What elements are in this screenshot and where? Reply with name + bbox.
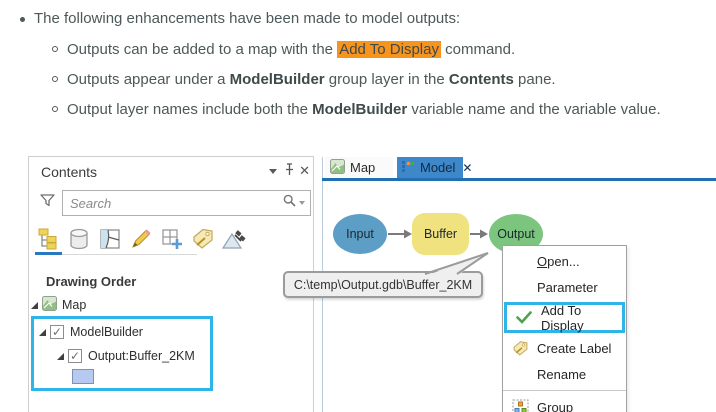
list-by-labeling-icon[interactable] — [190, 226, 216, 252]
menu-item-rename[interactable]: Rename — [503, 361, 626, 387]
output-path-tooltip: C:\temp\Output.gdb\Buffer_2KM — [283, 271, 483, 298]
close-icon[interactable]: ✕ — [299, 163, 310, 179]
doc-sub-bullet-2: Outputs appear under a ModelBuilder grou… — [52, 71, 716, 88]
doc-sub-bullet-2-text: Outputs appear under a ModelBuilder grou… — [67, 71, 556, 88]
add-to-display-highlight-box: Add To Display — [504, 302, 625, 333]
menu-item-create-label-label: Create Label — [537, 340, 612, 356]
doc-bullets: The following enhancements have been mad… — [0, 0, 716, 118]
menu-item-rename-label: Rename — [537, 366, 587, 382]
contents-toolbar — [35, 226, 247, 252]
doc-sub-bullet-1: Outputs can be added to a map with the A… — [52, 41, 716, 58]
sub2-bold-contents: Contents — [448, 71, 514, 88]
legend-swatch — [72, 369, 94, 384]
list-by-editing-icon[interactable] — [128, 226, 154, 252]
tree-item-map-label: Map — [62, 298, 87, 312]
group-icon — [503, 399, 537, 412]
map-icon — [330, 158, 345, 177]
search-icon[interactable] — [282, 193, 297, 213]
tree-item-map[interactable]: Map — [31, 296, 86, 314]
menu-item-add-to-display[interactable]: Add To Display — [507, 302, 622, 333]
doc-bullet-1: The following enhancements have been mad… — [20, 10, 716, 27]
contents-pane: Contents ✕ Search Drawing Order Map ✓ Mo… — [28, 156, 314, 412]
modelbuilder-icon — [401, 159, 415, 176]
tab-model-label: Model — [420, 160, 456, 175]
bullet-ring-icon — [52, 106, 58, 112]
bullet-disc-icon — [20, 17, 25, 22]
menu-item-open[interactable]: Open... — [503, 248, 626, 274]
active-tool-underline — [35, 252, 62, 255]
pin-icon[interactable] — [284, 163, 295, 179]
menu-item-group-label: Group — [537, 399, 574, 412]
tree-item-output-label: Output:Buffer_2KM — [88, 349, 195, 363]
output-checkbox[interactable]: ✓ — [68, 349, 82, 363]
menu-separator — [503, 390, 626, 391]
tab-close-icon[interactable]: ✕ — [462, 161, 472, 175]
tab-map[interactable]: Map — [325, 157, 393, 178]
tree-item-modelbuilder-label: ModelBuilder — [70, 325, 143, 339]
sub2-pre: Outputs appear under a — [67, 71, 230, 88]
drawing-order-heading: Drawing Order — [46, 274, 137, 289]
sub3-post: variable name and the variable value. — [407, 101, 661, 118]
doc-sub-bullet-1-text: Outputs can be added to a map with the A… — [67, 41, 515, 58]
sub1-post: command. — [440, 41, 516, 58]
open-accel: O — [537, 253, 548, 269]
filter-icon[interactable] — [39, 192, 56, 214]
list-by-data-source-icon[interactable] — [66, 226, 92, 252]
list-by-selection-icon[interactable] — [97, 226, 123, 252]
doc-sub-bullet-3: Output layer names include both the Mode… — [52, 101, 716, 118]
add-to-display-highlight: Add To Display — [337, 41, 441, 58]
bullet-ring-icon — [52, 76, 58, 82]
sub3-pre: Output layer names include both the — [67, 101, 313, 118]
menu-item-add-to-display-label: Add To Display — [541, 302, 584, 333]
model-node-input[interactable]: Input — [333, 214, 387, 254]
list-by-drawing-order-icon[interactable] — [35, 226, 61, 252]
label-tag-icon — [503, 340, 537, 357]
menu-item-create-label[interactable]: Create Label — [503, 335, 626, 361]
bullet-ring-icon — [52, 46, 58, 52]
doc-bullet-1-text: The following enhancements have been mad… — [34, 10, 461, 27]
menu-item-group[interactable]: Group — [503, 394, 626, 412]
tab-map-label: Map — [350, 160, 376, 175]
checkmark-icon — [507, 311, 541, 324]
context-menu: Open... Parameter Add To Display Create … — [502, 245, 627, 412]
tree-item-output-buffer[interactable]: ✓ Output:Buffer_2KM — [57, 347, 195, 365]
menu-item-parameter-label: Parameter — [537, 279, 598, 295]
contents-pane-title: Contents — [41, 164, 98, 180]
tree-item-modelbuilder[interactable]: ✓ ModelBuilder — [39, 323, 143, 341]
sub2-bold-modelbuilder: ModelBuilder — [229, 71, 325, 88]
search-input[interactable] — [63, 192, 282, 214]
sub2-mid: group layer in the — [324, 71, 449, 88]
expander-icon[interactable] — [39, 328, 46, 336]
sub2-post: pane. — [513, 71, 556, 88]
sub3-bold-modelbuilder: ModelBuilder — [312, 101, 408, 118]
modelbuilder-checkbox[interactable]: ✓ — [50, 325, 64, 339]
search-options-caret-icon[interactable] — [299, 201, 305, 205]
list-by-perspective-icon[interactable] — [221, 226, 247, 252]
open-rest: pen... — [547, 253, 580, 269]
menu-item-parameter[interactable]: Parameter — [503, 274, 626, 300]
active-tab-underline — [322, 178, 716, 181]
model-node-buffer[interactable]: Buffer — [412, 213, 469, 255]
expander-icon[interactable] — [31, 301, 38, 309]
map-icon — [42, 296, 57, 314]
expander-icon[interactable] — [57, 352, 64, 360]
search-box — [62, 190, 311, 216]
list-by-snapping-icon[interactable] — [159, 226, 185, 252]
doc-sub-bullet-3-text: Output layer names include both the Mode… — [67, 101, 661, 118]
pane-menu-caret-icon[interactable] — [269, 169, 277, 174]
menu-item-open-label: Open... — [537, 254, 580, 269]
app-screenshot: Contents ✕ Search Drawing Order Map ✓ Mo… — [0, 155, 716, 412]
tab-model[interactable]: Model ✕ — [397, 157, 472, 178]
sub1-pre: Outputs can be added to a map with the — [67, 41, 338, 58]
